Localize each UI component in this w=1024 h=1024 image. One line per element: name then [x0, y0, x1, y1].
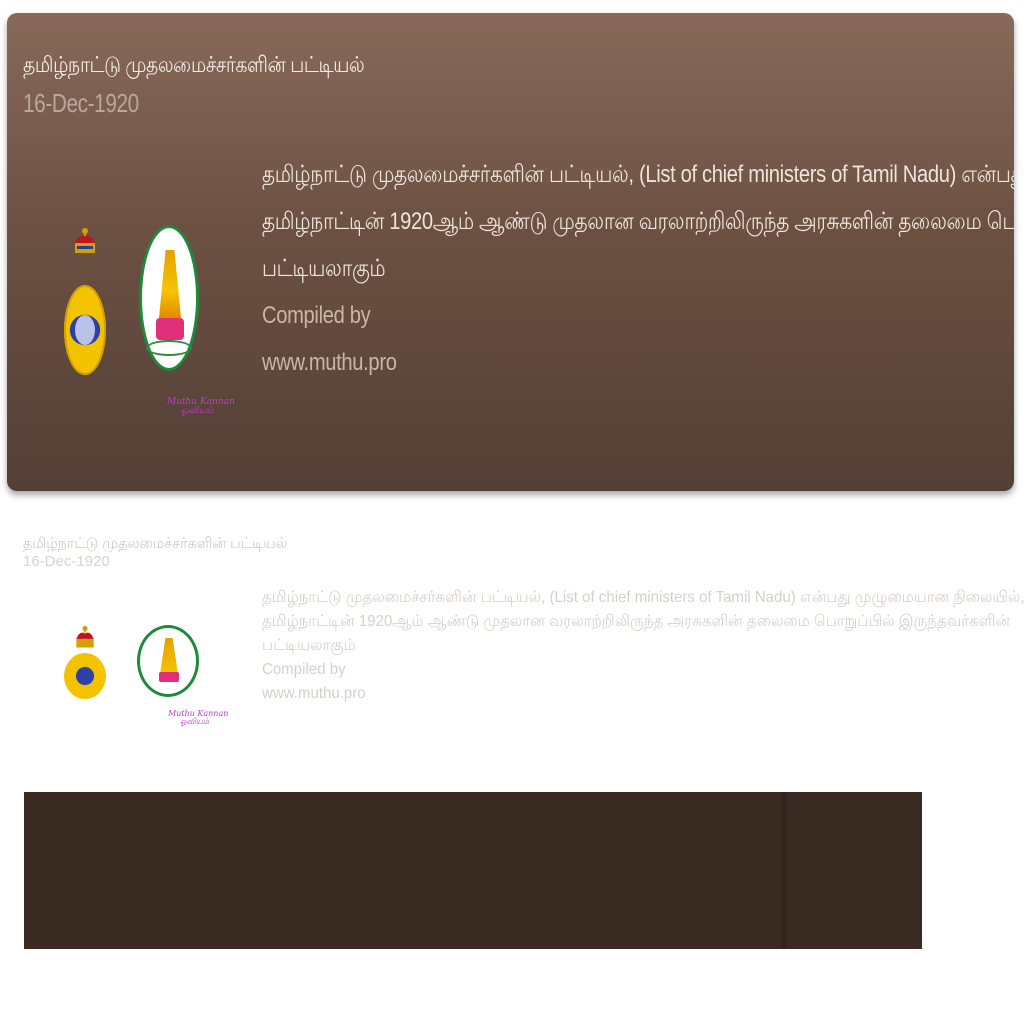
- emblem-base-icon: [156, 318, 184, 340]
- page-date: 16-Dec-1920: [23, 88, 139, 118]
- ghost-medal-icon: [64, 653, 106, 699]
- ghost-date: 16-Dec-1920: [23, 553, 110, 570]
- ghost-signature-line-2: ஓவியம்: [180, 717, 210, 726]
- compiled-by-label: Compiled by: [262, 302, 371, 329]
- ghost-website: www.muthu.pro: [262, 685, 366, 702]
- ghost-description: தமிழ்நாட்டு முதலமைச்சர்களின் பட்டியல், (…: [262, 586, 1024, 706]
- hero-card: தமிழ்நாட்டு முதலமைச்சர்களின் பட்டியல் 16…: [7, 13, 1014, 491]
- page-title: தமிழ்நாட்டு முதலமைச்சர்களின் பட்டியல்: [23, 52, 365, 77]
- signature-line-2: ஓவியம்: [181, 406, 214, 416]
- website-link[interactable]: www.muthu.pro: [262, 339, 984, 386]
- ghost-crown-icon: [76, 625, 94, 648]
- description-line-3: பட்டியலாகும்: [262, 255, 386, 282]
- description-line-1: தமிழ்நாட்டு முதலமைச்சர்களின் பட்டியல், (…: [262, 161, 1014, 188]
- ghost-compiled-by: Compiled by: [262, 661, 346, 678]
- dark-panel: [24, 792, 922, 949]
- imperial-crown-icon: [75, 228, 95, 253]
- ghost-description-line-1: தமிழ்நாட்டு முதலமைச்சர்களின் பட்டியல், (…: [262, 589, 1024, 606]
- artist-signature: Muthu Kannan ஓவியம்: [167, 398, 235, 416]
- star-of-india-medal-icon: [64, 285, 106, 375]
- ghost-description-line-3: பட்டியலாகும்: [262, 637, 356, 654]
- ghost-title: தமிழ்நாட்டு முதலமைச்சர்களின் பட்டியல்: [23, 535, 288, 552]
- tamil-nadu-emblem-icon: [139, 225, 199, 371]
- dark-panel-divider: [781, 792, 787, 949]
- page: தமிழ்நாட்டு முதலமைச்சர்களின் பட்டியல் 16…: [0, 0, 1024, 1024]
- ghost-signature: Muthu Kannan ஓவியம்: [168, 710, 228, 726]
- ghost-description-line-2: தமிழ்நாட்டின் 1920ஆம் ஆண்டு முதலான வரலாற…: [262, 613, 1010, 630]
- description-line-2: தமிழ்நாட்டின் 1920ஆம் ஆண்டு முதலான வரலாற…: [262, 208, 1014, 235]
- ghost-seal-icon: [137, 625, 199, 697]
- emblem-ring-icon: [146, 340, 192, 356]
- hero-description: தமிழ்நாட்டு முதலமைச்சர்களின் பட்டியல், (…: [262, 151, 1014, 386]
- temple-tower-icon: [159, 250, 181, 318]
